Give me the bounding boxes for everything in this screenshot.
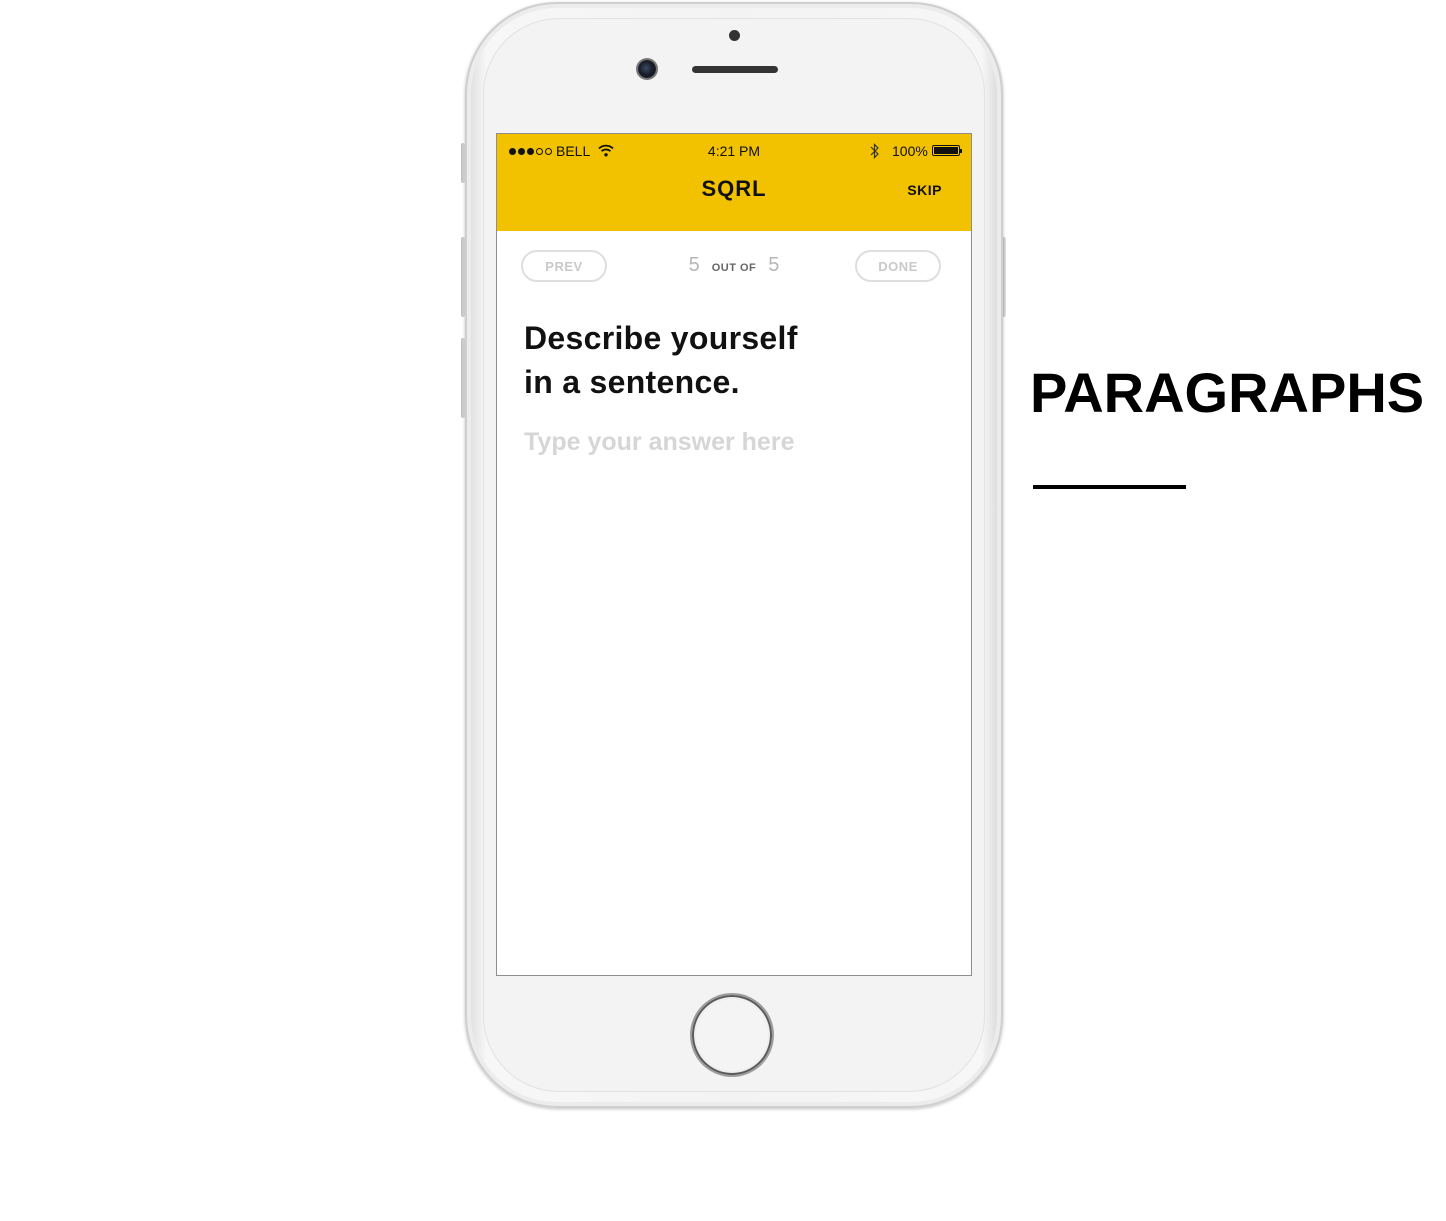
bluetooth-icon: [870, 143, 879, 159]
app-screen: BELL 4:21 PM 100% SQRL SKIP PREV 5 OUT O…: [496, 133, 972, 976]
earpiece-speaker: [692, 66, 778, 73]
counter-separator: OUT OF: [711, 262, 757, 274]
front-camera-icon: [638, 60, 656, 78]
battery-percentage: 100%: [892, 143, 928, 159]
home-button[interactable]: [692, 995, 772, 1075]
skip-button[interactable]: SKIP: [907, 182, 942, 198]
question-text: Describe yourself in a sentence.: [524, 320, 798, 400]
done-button[interactable]: DONE: [855, 250, 941, 282]
app-title: SQRL: [701, 176, 767, 201]
battery-icon: [932, 145, 962, 156]
proximity-sensor: [729, 30, 740, 41]
page: BELL 4:21 PM 100% SQRL SKIP PREV 5 OUT O…: [0, 0, 1446, 1221]
heading-underline: [1033, 485, 1186, 489]
current-question-number: 5: [688, 254, 700, 276]
section-heading: PARAGRAPHS: [1030, 361, 1425, 424]
answer-input[interactable]: [524, 422, 944, 462]
app-header: BELL 4:21 PM 100% SQRL SKIP: [497, 134, 971, 231]
status-bar: BELL 4:21 PM 100%: [497, 142, 971, 162]
total-question-number: 5: [768, 254, 780, 276]
